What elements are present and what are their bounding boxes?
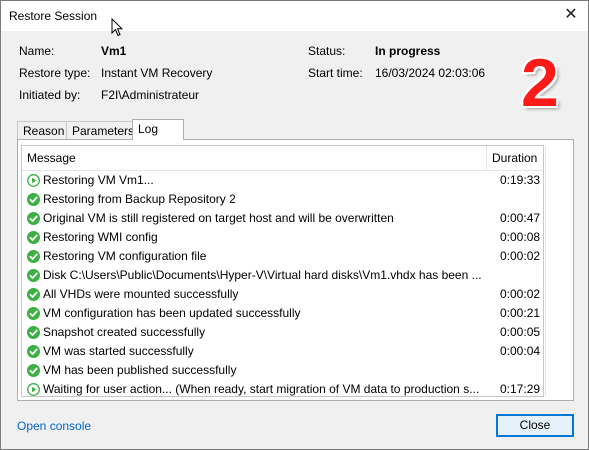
title-bar: Restore Session ✕ — [1, 1, 588, 31]
check-icon — [27, 193, 40, 206]
log-message: Restoring VM Vm1... — [43, 173, 154, 187]
open-console-link[interactable]: Open console — [17, 419, 91, 433]
log-panel: Message Duration Restoring VM Vm1... 0:19… — [17, 139, 574, 401]
check-icon — [27, 269, 40, 282]
log-message: All VHDs were mounted successfully — [43, 287, 239, 301]
check-icon — [27, 345, 40, 358]
log-row[interactable]: Snapshot created successfully 0:00:05 — [22, 323, 543, 342]
check-icon — [27, 307, 40, 320]
tab-parameters[interactable]: Parameters — [66, 121, 135, 139]
log-duration: 0:00:21 — [500, 306, 541, 320]
check-icon — [27, 288, 40, 301]
restore-session-dialog: Restore Session ✕ Name: Vm1 Restore type… — [0, 0, 589, 450]
log-row[interactable]: Restoring from Backup Repository 2 — [22, 190, 543, 209]
log-duration: 0:00:47 — [500, 211, 541, 225]
status-value: In progress — [375, 44, 441, 58]
column-header-message[interactable]: Message — [27, 151, 76, 165]
log-row[interactable]: VM has been published successfully — [22, 361, 543, 380]
start-time-label: Start time: — [308, 66, 363, 80]
log-message: Original VM is still registered on targe… — [43, 211, 394, 225]
column-divider — [486, 146, 487, 170]
log-duration: 0:17:29 — [500, 382, 541, 396]
log-row[interactable]: VM was started successfully 0:00:04 — [22, 342, 543, 361]
log-row[interactable]: VM configuration has been updated succes… — [22, 304, 543, 323]
log-header: Message Duration — [22, 146, 543, 171]
log-duration: 0:00:02 — [500, 287, 541, 301]
log-row[interactable]: Restoring VM Vm1... 0:19:33 — [22, 171, 543, 190]
check-icon — [27, 250, 40, 263]
log-duration: 0:00:04 — [500, 344, 541, 358]
log-row[interactable]: Restoring VM configuration file 0:00:02 — [22, 247, 543, 266]
log-message: Waiting for user action... (When ready, … — [43, 382, 480, 396]
restore-type-label: Restore type: — [19, 66, 91, 80]
log-row[interactable]: All VHDs were mounted successfully 0:00:0… — [22, 285, 543, 304]
log-message: Restoring VM configuration file — [43, 249, 207, 263]
start-time-value: 16/03/2024 02:03:06 — [375, 66, 486, 80]
initiated-by-label: Initiated by: — [19, 88, 81, 102]
tab-label: Reason — [23, 124, 65, 138]
window-title: Restore Session — [9, 9, 98, 23]
column-divider — [545, 146, 546, 396]
column-header-duration[interactable]: Duration — [492, 151, 537, 165]
log-row[interactable]: Disk C:\Users\Public\Documents\Hyper-V\V… — [22, 266, 543, 285]
log-row[interactable]: Waiting for user action... (When ready, … — [22, 380, 543, 399]
log-message: Restoring WMI config — [43, 230, 158, 244]
check-icon — [27, 364, 40, 377]
log-list[interactable]: Message Duration Restoring VM Vm1... 0:19… — [21, 145, 546, 399]
log-duration: 0:00:05 — [500, 325, 541, 339]
log-message: Restoring from Backup Repository 2 — [43, 192, 236, 206]
log-message: Disk C:\Users\Public\Documents\Hyper-V\V… — [43, 268, 482, 282]
status-label: Status: — [308, 44, 346, 58]
step-number-badge: 2 — [521, 45, 559, 121]
log-row[interactable]: Restoring WMI config 0:00:08 — [22, 228, 543, 247]
check-icon — [27, 212, 40, 225]
tab-log[interactable]: Log — [132, 119, 184, 140]
log-message: VM was started successfully — [43, 344, 194, 358]
log-duration: 0:19:33 — [500, 173, 541, 187]
play-icon — [27, 174, 40, 187]
tab-label: Parameters — [72, 124, 135, 138]
log-duration: 0:00:08 — [500, 230, 541, 244]
check-icon — [27, 231, 40, 244]
initiated-by-value: F2I\Administrateur — [101, 88, 200, 102]
log-duration: 0:00:02 — [500, 249, 541, 263]
close-icon[interactable]: ✕ — [562, 6, 580, 24]
mouse-cursor-icon — [111, 18, 123, 37]
play-icon — [27, 383, 40, 396]
restore-type-value: Instant VM Recovery — [101, 66, 213, 80]
name-label: Name: — [19, 44, 55, 58]
tab-label: Log — [138, 122, 159, 136]
name-value: Vm1 — [101, 44, 127, 58]
log-message: VM configuration has been updated succes… — [43, 306, 301, 320]
check-icon — [27, 326, 40, 339]
log-message: Snapshot created successfully — [43, 325, 206, 339]
log-row[interactable]: Original VM is still registered on targe… — [22, 209, 543, 228]
tab-reason[interactable]: Reason — [17, 121, 67, 139]
log-message: VM has been published successfully — [43, 363, 237, 377]
close-button[interactable]: Close — [496, 414, 574, 437]
